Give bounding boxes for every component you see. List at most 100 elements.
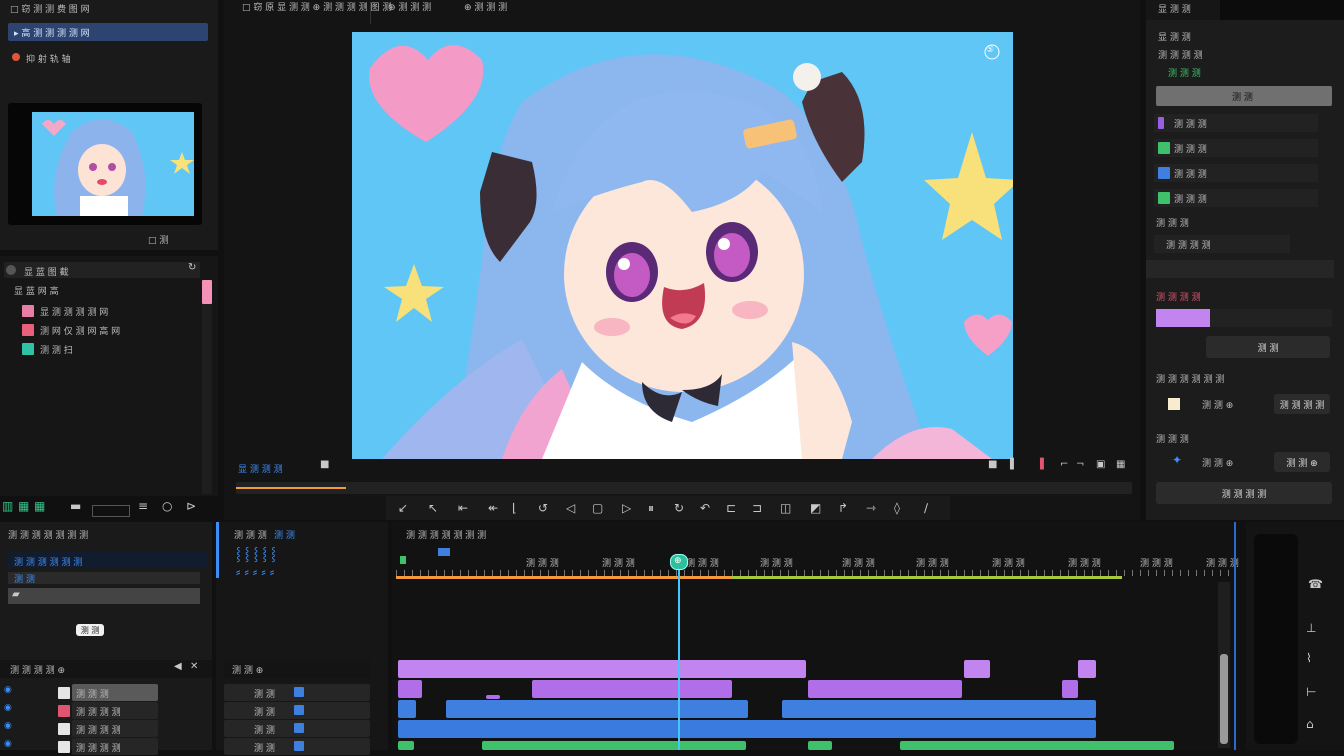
slash-icon[interactable]: ∕: [924, 502, 928, 514]
track-name-field[interactable]: 测 测 测: [72, 684, 158, 701]
eye-icon[interactable]: ◉: [4, 740, 12, 749]
layer-row-0[interactable]: 测 测 测: [1154, 114, 1318, 132]
mark-in-icon[interactable]: ⌐: [1060, 460, 1068, 470]
effect-icon-split[interactable]: ⸗ ⸗ ⸗ ⸗ ⸗: [236, 565, 274, 580]
clip-main-1[interactable]: [446, 700, 748, 718]
mid-track-row-0[interactable]: 测 测: [224, 684, 370, 701]
red-marker-icon[interactable]: ▌: [1040, 460, 1048, 470]
keyframe-button[interactable]: 测 测 ⊕: [1274, 452, 1330, 472]
export-frame-icon[interactable]: ⇾: [866, 502, 876, 514]
import-button[interactable]: 测 测: [76, 624, 104, 636]
media-item[interactable]: ▰: [8, 588, 200, 604]
assets-scroll-track[interactable]: [202, 304, 212, 494]
viewer-canvas[interactable]: [352, 32, 1013, 459]
track-name-field[interactable]: 测 测 测 测: [72, 720, 158, 737]
clip-video-0[interactable]: [398, 660, 806, 678]
play-back-icon[interactable]: ◁: [566, 502, 575, 514]
eye-icon[interactable]: ◉: [4, 722, 12, 731]
clip-overlay-1[interactable]: [486, 695, 500, 699]
eye-icon[interactable]: ◉: [4, 704, 12, 713]
track-row-3[interactable]: ◉ 测 测 测 测: [0, 738, 212, 756]
clip-audio-0[interactable]: [398, 741, 414, 750]
tool-icon-2[interactable]: ⌇: [1306, 652, 1312, 664]
snapshot-icon[interactable]: ▣: [1096, 460, 1105, 470]
assets-search-bar[interactable]: 显 蓝 图 截 ↻: [4, 262, 200, 278]
track-name-field[interactable]: 测 测 测 测: [72, 702, 158, 719]
eye-icon[interactable]: ◉: [4, 686, 12, 695]
guides-icon[interactable]: ▌: [1010, 460, 1018, 470]
clip-overlay-2[interactable]: [532, 680, 732, 698]
track-row-2[interactable]: ◉ 测 测 测 测: [0, 720, 212, 738]
track-row-0[interactable]: ◉ 测 测 测: [0, 684, 212, 702]
color-swatch[interactable]: [1168, 398, 1180, 410]
mid-track-row-3[interactable]: 测 测: [224, 738, 370, 755]
clip-overlay-3[interactable]: [808, 680, 962, 698]
inspector-tab-dark[interactable]: [1220, 0, 1344, 20]
layer-row-1[interactable]: 测 测 测: [1154, 139, 1318, 157]
clip-overlay-4[interactable]: [1062, 680, 1078, 698]
clip-video-1[interactable]: [964, 660, 990, 678]
playhead-line[interactable]: [678, 558, 680, 750]
timeline-marker-1[interactable]: [438, 548, 450, 556]
assets-scroll-thumb[interactable]: [202, 280, 212, 304]
asset-item-0[interactable]: 显 测 测 测 测 网: [20, 303, 190, 319]
media-filter-bar[interactable]: 测 测: [8, 572, 200, 585]
media-search[interactable]: 测 测 测 测 测 测: [8, 552, 208, 568]
refresh-icon[interactable]: ↻: [188, 263, 196, 273]
track-row-1[interactable]: ◉ 测 测 测 测: [0, 702, 212, 720]
delete-icon[interactable]: ⊳: [186, 500, 196, 512]
overwrite-icon[interactable]: ↱: [838, 502, 848, 514]
clip-audio-2[interactable]: [808, 741, 832, 750]
asset-item-1[interactable]: 测 网 仅 测 网 高 网: [20, 322, 190, 338]
settings-label[interactable]: 抑 射 轨 轴: [26, 52, 71, 65]
color-slider[interactable]: [1156, 309, 1332, 327]
clip-main-0[interactable]: [398, 700, 416, 718]
opacity-bar[interactable]: [1146, 260, 1334, 278]
track-name-field[interactable]: 测 测 测 测: [72, 738, 158, 755]
grid-view-icon[interactable]: ▦: [18, 500, 29, 512]
tool-icon-0[interactable]: ☎: [1308, 578, 1323, 590]
in-icon[interactable]: ⌊: [512, 502, 517, 514]
inspector-tab-label[interactable]: 显 测 测: [1158, 2, 1191, 15]
loop-icon[interactable]: ↺: [538, 502, 548, 514]
settings-icon[interactable]: ▦: [1116, 460, 1125, 470]
clip-audio-3[interactable]: [900, 741, 1174, 750]
mid-track-row-1[interactable]: 测 测: [224, 702, 370, 719]
viewer-header-left[interactable]: □ 窃 原 显 测 测 ⊕ 测 测 测 测 图 测: [242, 0, 391, 13]
project-item-selected[interactable]: ▸ 高 测 测 测 测 网: [8, 23, 208, 41]
ripple-icon[interactable]: ⊏: [726, 502, 736, 514]
assets-subheader[interactable]: 显 蓝 网 高: [14, 284, 59, 297]
play-icon[interactable]: ▷: [622, 502, 631, 514]
tool-icon-4[interactable]: ⌂: [1306, 718, 1314, 730]
keyframe-icon[interactable]: ✦: [1172, 454, 1182, 466]
clip-video-2[interactable]: [1078, 660, 1096, 678]
insert-icon[interactable]: ◩: [810, 502, 821, 514]
timeline-scroll-thumb[interactable]: [1220, 654, 1228, 744]
clip-main-2[interactable]: [782, 700, 1096, 718]
stop-icon[interactable]: ▢: [592, 502, 603, 514]
asset-item-2[interactable]: 测 测 扫: [20, 341, 190, 357]
fullscreen-icon[interactable]: ■: [988, 460, 997, 470]
track-options-icon[interactable]: ✕: [190, 662, 198, 672]
jump-start-icon[interactable]: ⇤: [458, 502, 468, 514]
step-back-icon[interactable]: ↖: [428, 502, 438, 514]
undo-icon[interactable]: ↶: [700, 502, 710, 514]
clip-overlay-0[interactable]: [398, 680, 422, 698]
redo-icon[interactable]: ↻: [674, 502, 684, 514]
playhead-head[interactable]: ⊕: [670, 554, 688, 570]
lift-icon[interactable]: ⊐: [752, 502, 762, 514]
layer-row-2[interactable]: 测 测 测: [1154, 164, 1318, 182]
clip-main-3[interactable]: [398, 720, 1096, 738]
marker-icon[interactable]: ◊: [894, 502, 900, 514]
viewer-scrub-bar[interactable]: [236, 482, 1132, 494]
sort-icon[interactable]: ≡: [138, 500, 148, 512]
wide-button[interactable]: 测 测 测 测: [1156, 482, 1332, 504]
apply-button[interactable]: 测 测: [1206, 336, 1330, 358]
extract-icon[interactable]: ◫: [780, 502, 791, 514]
viewer-header-right[interactable]: ⊕ 测 测 测: [464, 0, 507, 13]
add-track-icon[interactable]: ◀: [174, 662, 182, 672]
zoom-slider-icon[interactable]: ▬: [70, 500, 81, 512]
reset-button[interactable]: 测 测 测 测: [1274, 394, 1330, 414]
clip-audio-1[interactable]: [482, 741, 746, 750]
tile-view-icon[interactable]: ▦: [34, 500, 45, 512]
